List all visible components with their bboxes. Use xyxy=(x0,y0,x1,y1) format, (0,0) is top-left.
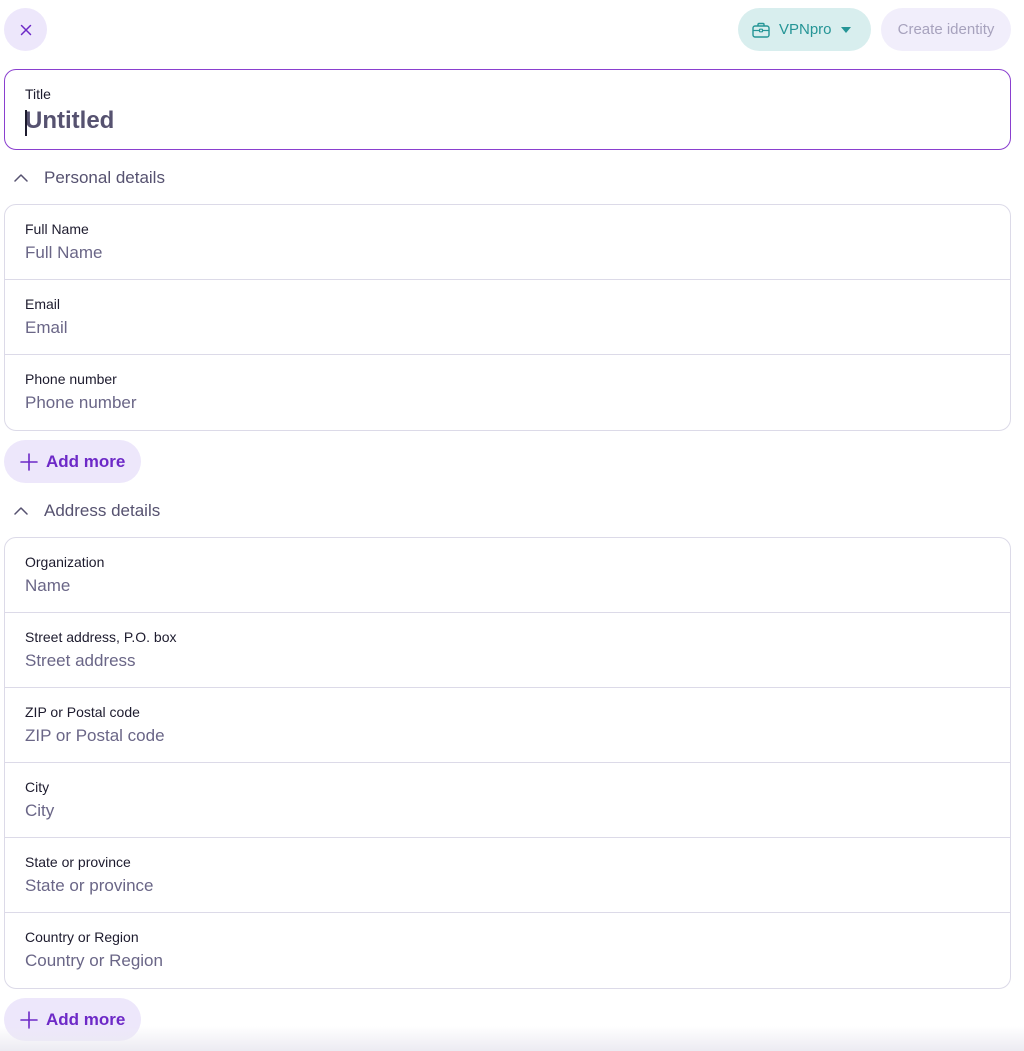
zip-code-field[interactable]: ZIP or Postal code ZIP or Postal code xyxy=(5,688,1010,763)
organization-field[interactable]: Organization Name xyxy=(5,538,1010,613)
field-label: Email xyxy=(25,296,61,312)
state-input[interactable]: State or province xyxy=(25,876,990,896)
plus-icon xyxy=(20,452,38,471)
title-input[interactable]: Untitled xyxy=(25,107,990,136)
title-field[interactable]: Title Untitled xyxy=(4,69,1011,150)
vault-selector[interactable]: VPNpro xyxy=(738,8,871,51)
personal-details-toggle[interactable]: Personal details xyxy=(12,168,165,188)
close-button[interactable] xyxy=(4,8,47,51)
address-details-heading: Address details xyxy=(44,501,161,520)
chevron-up-icon xyxy=(12,502,30,520)
country-input[interactable]: Country or Region xyxy=(25,951,990,971)
street-address-field[interactable]: Street address, P.O. box Street address xyxy=(5,613,1010,688)
country-field[interactable]: Country or Region Country or Region xyxy=(5,913,1010,988)
address-details-group: Organization Name Street address, P.O. b… xyxy=(4,537,1011,989)
field-label: Organization xyxy=(25,554,105,570)
personal-add-more-button[interactable]: Add more xyxy=(4,440,141,483)
create-identity-button[interactable]: Create identity xyxy=(881,8,1011,51)
full-name-input[interactable]: Full Name xyxy=(25,243,990,263)
vault-name: VPNpro xyxy=(779,21,832,38)
field-label: Street address, P.O. box xyxy=(25,629,177,645)
street-address-input[interactable]: Street address xyxy=(25,651,990,671)
add-more-label: Add more xyxy=(46,451,126,471)
city-input[interactable]: City xyxy=(25,801,990,821)
personal-details-heading: Personal details xyxy=(44,168,165,187)
field-label: ZIP or Postal code xyxy=(25,704,140,720)
phone-number-field[interactable]: Phone number Phone number xyxy=(5,355,1010,430)
title-value: Untitled xyxy=(25,107,115,134)
personal-details-group: Full Name Full Name Email Email Phone nu… xyxy=(4,204,1011,431)
chevron-up-icon xyxy=(12,169,30,187)
title-label: Title xyxy=(25,86,51,102)
field-label: Phone number xyxy=(25,371,117,387)
full-name-field[interactable]: Full Name Full Name xyxy=(5,205,1010,280)
caret-down-icon xyxy=(840,26,851,33)
email-field[interactable]: Email Email xyxy=(5,280,1010,355)
field-label: City xyxy=(25,779,50,795)
address-details-toggle[interactable]: Address details xyxy=(12,501,160,521)
organization-input[interactable]: Name xyxy=(25,576,990,596)
field-label: Full Name xyxy=(25,221,89,237)
field-label: Country or Region xyxy=(25,929,139,945)
phone-number-input[interactable]: Phone number xyxy=(25,393,990,413)
zip-code-input[interactable]: ZIP or Postal code xyxy=(25,726,990,746)
state-field[interactable]: State or province State or province xyxy=(5,838,1010,913)
email-input[interactable]: Email xyxy=(25,318,990,338)
briefcase-icon xyxy=(752,22,770,38)
bottom-fade xyxy=(0,1026,1024,1051)
field-label: State or province xyxy=(25,854,131,870)
top-bar: VPNpro Create identity xyxy=(0,0,1024,60)
text-cursor xyxy=(25,110,27,136)
city-field[interactable]: City City xyxy=(5,763,1010,838)
close-icon xyxy=(20,24,31,35)
